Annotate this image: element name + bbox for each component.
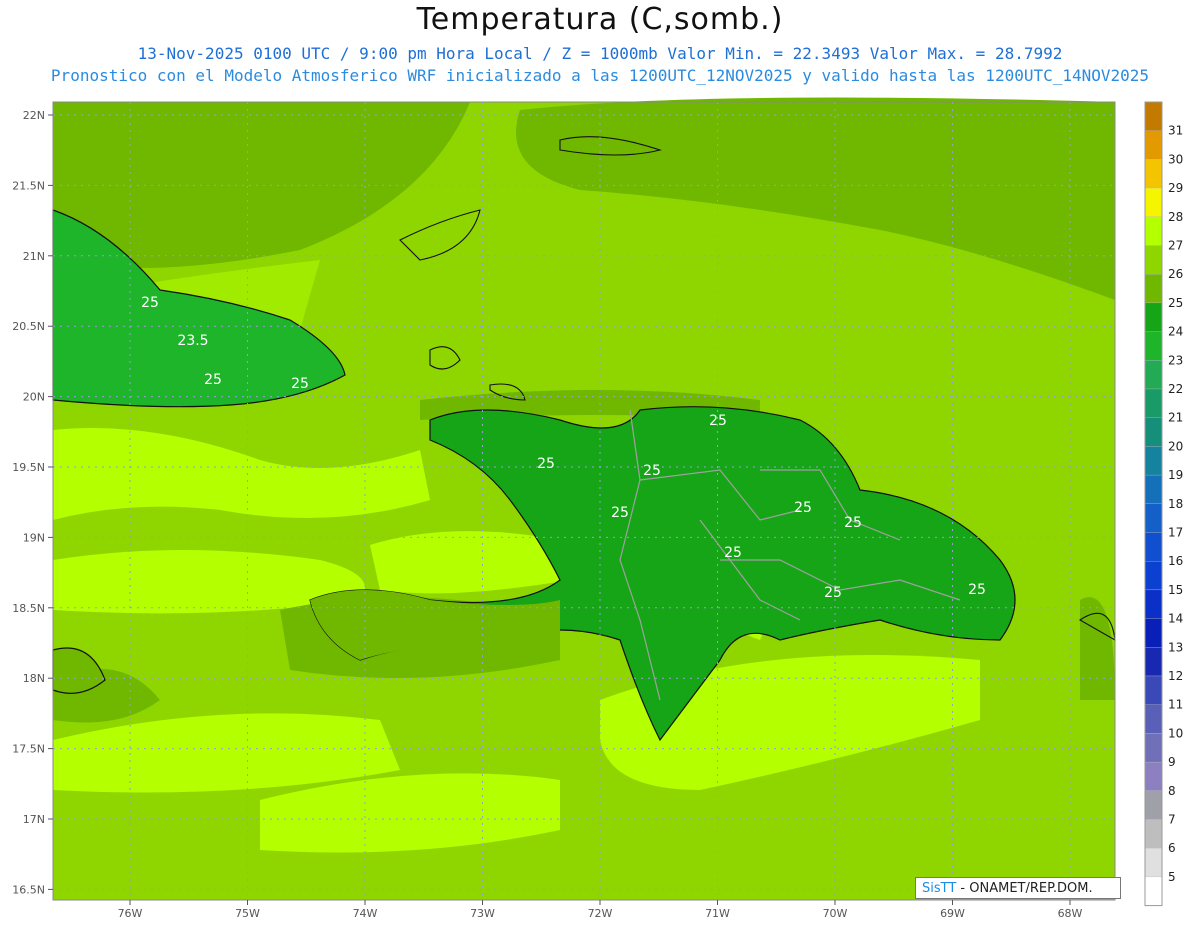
lat-label: 21N [23,250,45,263]
colorbar-label: 9 [1168,755,1176,769]
colorbar-swatch [1144,245,1163,275]
contour-label: 25 [611,505,629,521]
colorbar-label: 11 [1168,698,1183,712]
colorbar-label: 7 [1168,813,1176,827]
colorbar-swatch [1144,474,1163,504]
contour-label: 25 [709,413,727,429]
colorbar-swatch [1144,790,1163,820]
colorbar-label: 30 [1168,152,1183,166]
colorbar-label: 5 [1168,870,1176,884]
contour-label: 23.5 [177,333,208,349]
colorbar-swatch [1144,704,1163,734]
colorbar-label: 17 [1168,526,1183,540]
contour-label: 25 [968,582,986,598]
colorbar-label: 18 [1168,497,1183,511]
contour-label: 25 [141,295,159,311]
contour-label: 25 [724,545,742,561]
lat-label: 18N [23,672,45,685]
contour-label: 25 [824,585,842,601]
colorbar-swatch [1144,876,1163,906]
colorbar-swatch [1144,360,1163,390]
colorbar-label: 16 [1168,554,1183,568]
lat-label: 18.5N [12,602,45,615]
colorbar-label: 23 [1168,353,1183,367]
contour-label: 25 [537,456,555,472]
lon-label: 74W [353,907,378,920]
colorbar-label: 27 [1168,239,1183,253]
lon-label: 68W [1058,907,1083,920]
contour-label: 25 [204,372,222,388]
lat-label: 21.5N [12,179,45,192]
contour-label: 25 [844,515,862,531]
colorbar-swatch [1144,130,1163,160]
colorbar-label: 26 [1168,267,1183,281]
lon-label: 73W [470,907,495,920]
lon-label: 75W [235,907,260,920]
lat-label: 16.5N [12,883,45,896]
lon-label: 72W [588,907,613,920]
colorbar-swatch [1144,675,1163,705]
colorbar-swatch [1144,159,1163,189]
colorbar-swatch [1144,761,1163,791]
colorbar-swatch [1144,532,1163,562]
contour-label: 25 [794,500,812,516]
colorbar-label: 15 [1168,583,1183,597]
colorbar-swatch [1144,274,1163,304]
colorbar-swatch [1144,216,1163,246]
colorbar-swatch [1144,561,1163,591]
colorbar-swatch [1144,618,1163,648]
colorbar: 31 30 29 28 27 26 25 24 23 22 21 20 19 18 17 16 15 14 13 12… [1144,101,1183,907]
lat-label: 17N [23,813,45,826]
longitude-labels: 76W 75W 74W 73W 72W 71W 70W 69W 68W [118,900,1083,920]
colorbar-label: 28 [1168,210,1183,224]
lat-label: 19N [23,531,45,544]
colorbar-swatch [1144,819,1163,849]
lat-label: 22N [23,109,45,122]
contour-label: 25 [291,376,309,392]
latitude-labels: 22N 21.5N 21N 20.5N 20N 19.5N 19N 18.5N 18N 17.5N… [12,109,53,896]
lon-label: 70W [823,907,848,920]
brand-label: SisTT [922,881,957,896]
colorbar-label: 25 [1168,296,1183,310]
colorbar-label: 12 [1168,669,1183,683]
lat-label: 17.5N [12,743,45,756]
colorbar-swatch [1144,446,1163,476]
lon-label: 76W [118,907,143,920]
temperature-map: 22N 21.5N 21N 20.5N 20N 19.5N 19N 18.5N 18N 17.5N… [12,97,1183,920]
colorbar-swatch [1144,101,1163,131]
colorbar-label: 14 [1168,612,1183,626]
credit-text: - ONAMET/REP.DOM. [956,881,1093,896]
colorbar-label: 22 [1168,382,1183,396]
colorbar-swatch [1144,388,1163,418]
lat-label: 20.5N [12,320,45,333]
credit-box: SisTT - ONAMET/REP.DOM. [915,877,1121,899]
colorbar-swatch [1144,302,1163,332]
colorbar-label: 31 [1168,124,1183,138]
colorbar-label: 19 [1168,468,1183,482]
colorbar-swatch [1144,733,1163,763]
colorbar-swatch [1144,503,1163,533]
colorbar-swatch [1144,187,1163,217]
colorbar-label: 8 [1168,784,1176,798]
colorbar-label: 21 [1168,411,1183,425]
colorbar-swatch [1144,417,1163,447]
colorbar-label: 13 [1168,640,1183,654]
lon-label: 71W [705,907,730,920]
colorbar-label: 24 [1168,325,1183,339]
colorbar-label: 6 [1168,841,1176,855]
colorbar-label: 20 [1168,439,1183,453]
contour-label: 25 [643,463,661,479]
lat-label: 19.5N [12,461,45,474]
colorbar-swatch [1144,589,1163,619]
colorbar-swatch [1144,848,1163,878]
colorbar-swatch [1144,647,1163,677]
lat-label: 20N [23,391,45,404]
colorbar-label: 29 [1168,181,1183,195]
colorbar-label: 10 [1168,726,1183,740]
colorbar-swatch [1144,331,1163,361]
lon-label: 69W [940,907,965,920]
